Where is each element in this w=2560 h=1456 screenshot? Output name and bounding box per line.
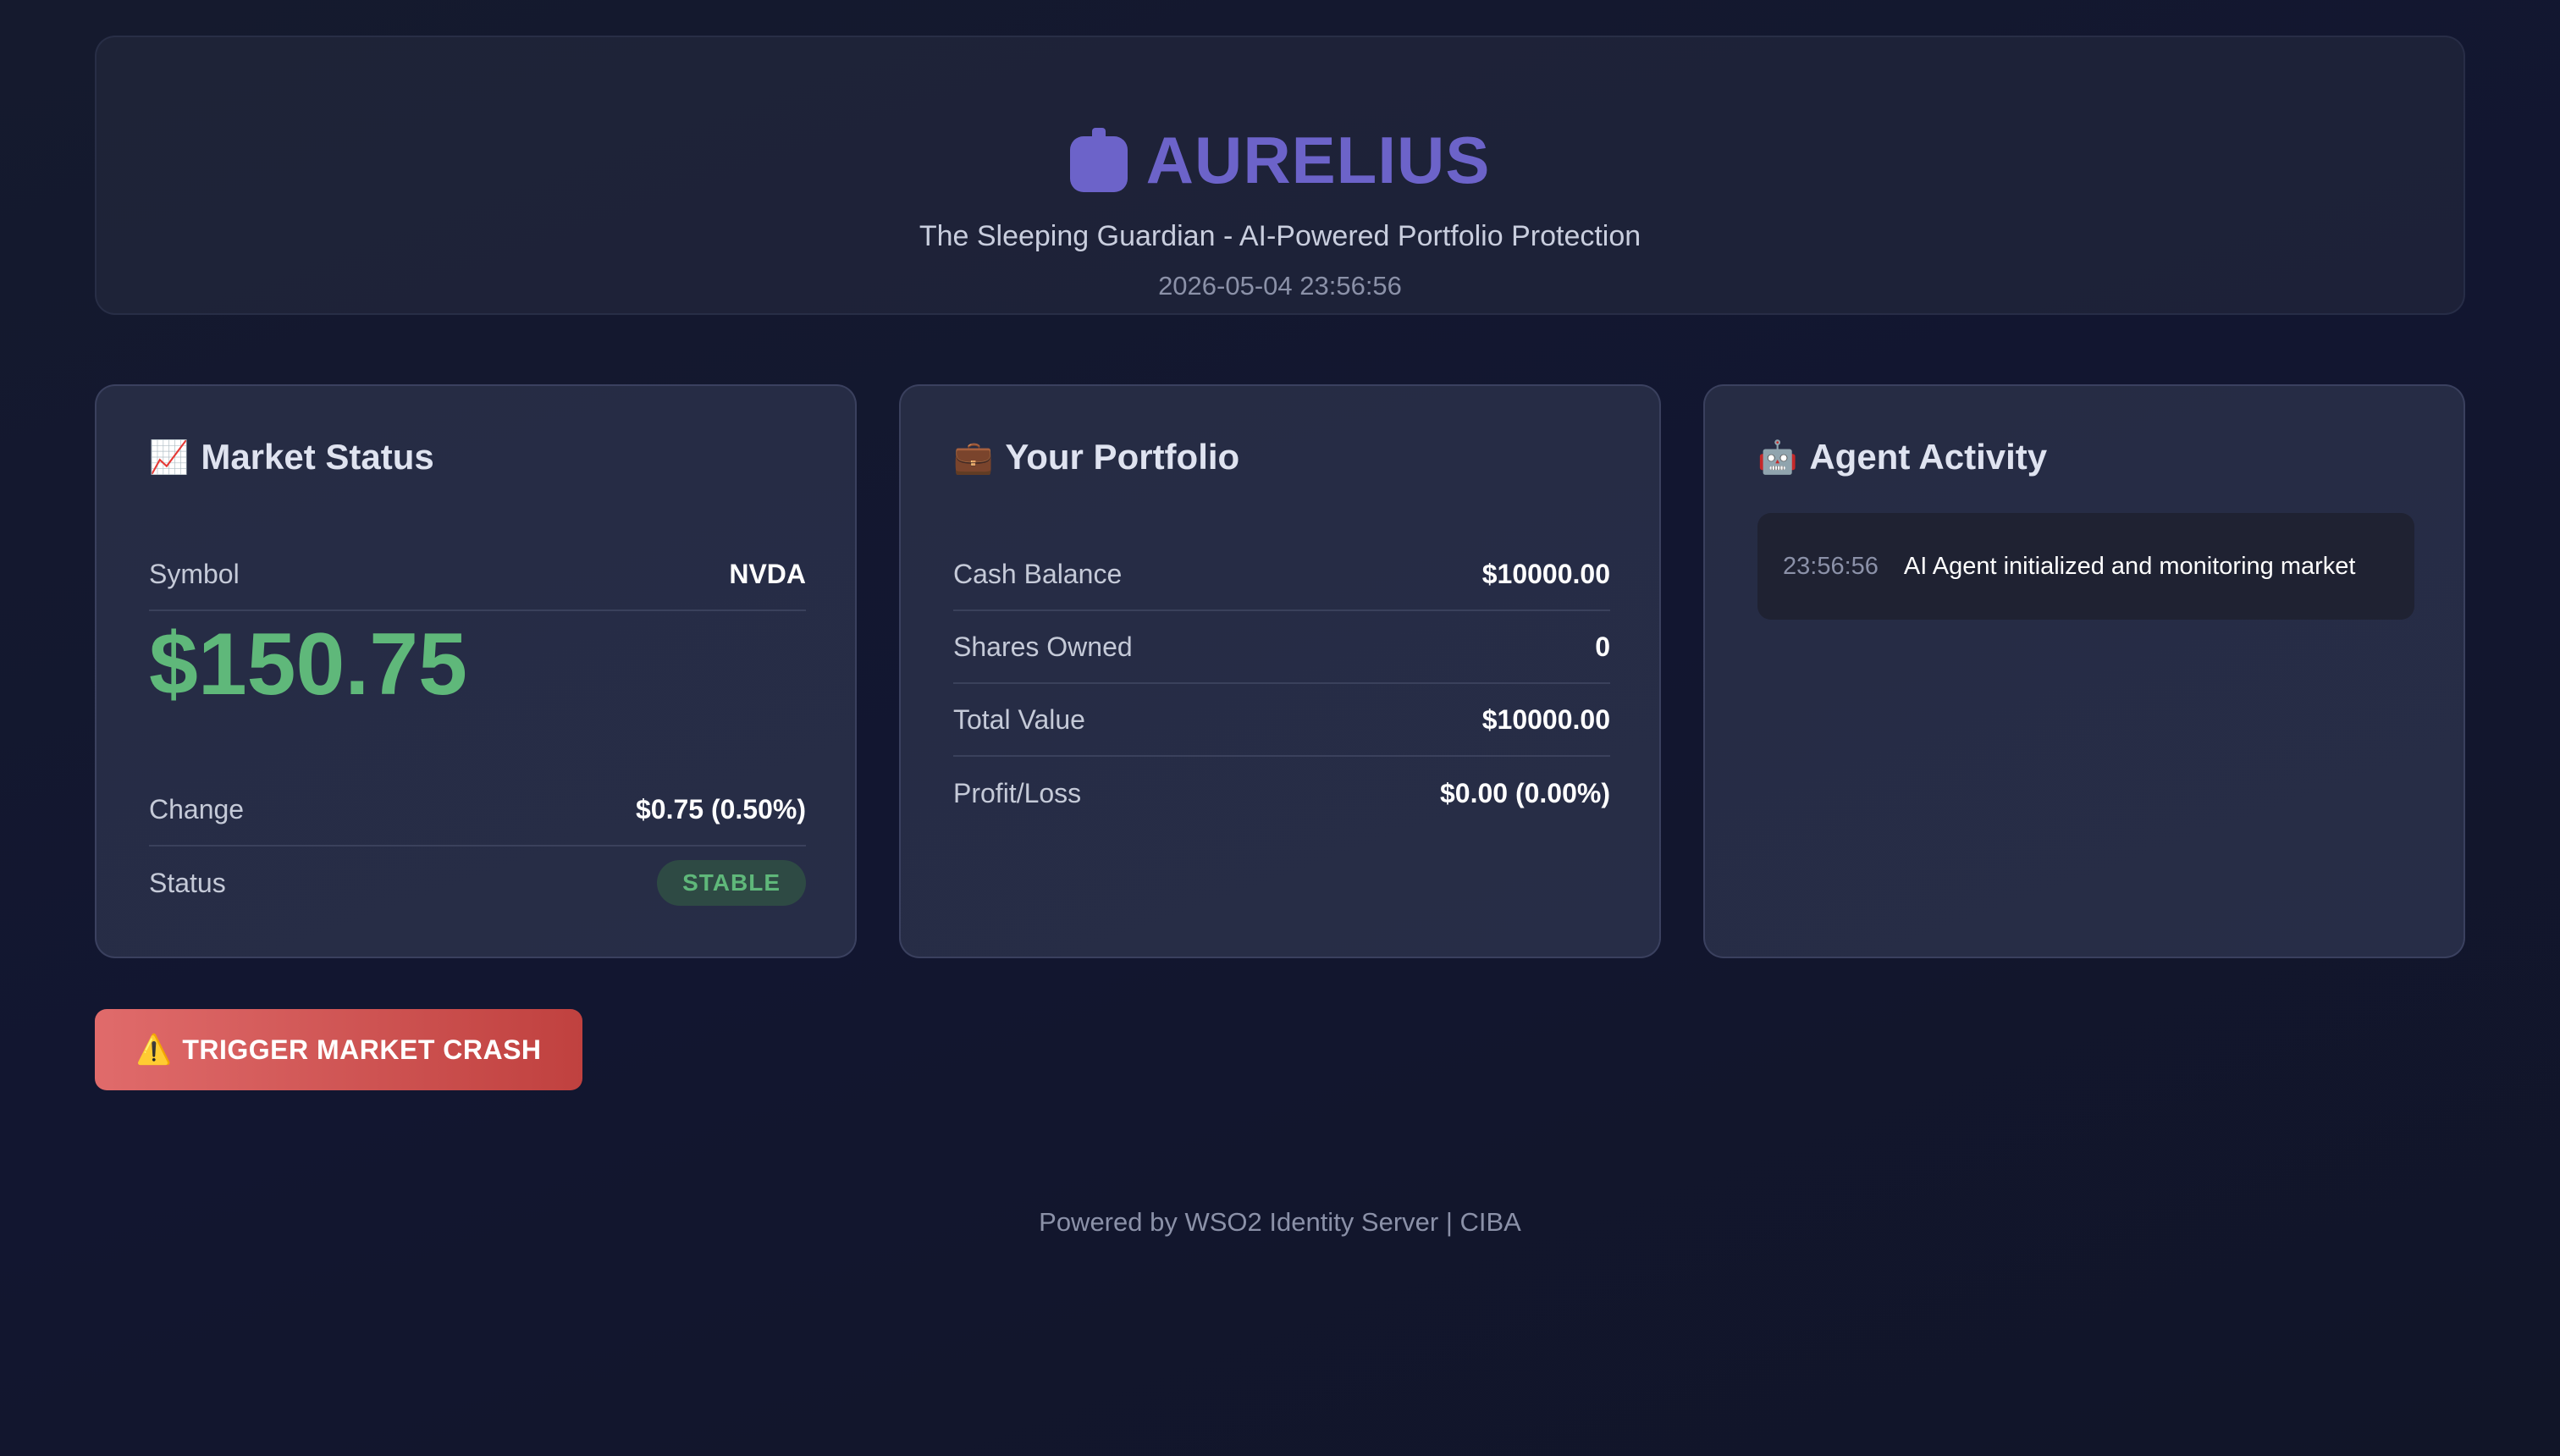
activity-time: 23:56:56 [1783,552,1879,580]
status-row: Status STABLE [149,847,806,919]
trigger-market-crash-button[interactable]: ⚠️ TRIGGER MARKET CRASH [95,1009,582,1090]
total-value-value: $10000.00 [1481,703,1610,735]
robot-icon [1069,127,1128,194]
total-value-row: Total Value $10000.00 [953,684,1610,757]
activity-log-entry: 23:56:56 AI Agent initialized and monito… [1757,513,2414,620]
dashboard-page: AURELIUS The Sleeping Guardian - AI-Powe… [0,0,2560,1456]
change-label: Change [149,793,245,825]
activity-message: AI Agent initialized and monitoring mark… [1903,552,2356,580]
status-badge: STABLE [657,860,806,906]
cash-balance-row: Cash Balance $10000.00 [953,538,1610,611]
total-value-label: Total Value [953,703,1085,735]
profit-loss-row: Profit/Loss $0.00 (0.00%) [953,757,1610,830]
footer-text: Powered by WSO2 Identity Server | CIBA [1039,1207,1521,1237]
market-status-title-text: Market Status [201,437,434,477]
current-price: $150.75 [149,615,467,714]
briefcase-icon: 💼 [953,438,994,476]
agent-activity-title-text: Agent Activity [1809,437,2048,477]
symbol-row: Symbol NVDA [149,538,806,611]
profit-loss-value: $0.00 (0.00%) [1439,777,1610,808]
warning-icon: ⚠️ [135,1033,173,1067]
robot-icon: 🤖 [1757,438,1798,476]
symbol-label: Symbol [149,558,240,589]
shares-owned-row: Shares Owned 0 [953,611,1610,684]
shares-owned-value: 0 [1595,631,1610,662]
shares-owned-label: Shares Owned [953,631,1133,662]
cash-balance-label: Cash Balance [953,558,1123,589]
app-subtitle: The Sleeping Guardian - AI-Powered Portf… [919,220,1641,252]
change-row: Change $0.75 (0.50%) [149,774,806,847]
market-status-card: 📈 Market Status Symbol NVDA $150.75 Chan… [95,384,857,958]
change-value: $0.75 (0.50%) [635,793,806,825]
agent-activity-card: 🤖 Agent Activity 23:56:56 AI Agent initi… [1703,384,2465,958]
profit-loss-label: Profit/Loss [953,777,1082,808]
header-panel: AURELIUS The Sleeping Guardian - AI-Powe… [95,36,2465,315]
chart-increasing-icon: 📈 [149,438,190,476]
cash-balance-value: $10000.00 [1481,558,1610,589]
current-timestamp: 2026-05-04 23:56:56 [1158,271,1402,301]
symbol-value: NVDA [729,558,806,589]
portfolio-title-text: Your Portfolio [1005,437,1240,477]
agent-activity-title: 🤖 Agent Activity [1757,437,2047,477]
market-status-title: 📈 Market Status [149,437,434,477]
portfolio-title: 💼 Your Portfolio [953,437,1239,477]
status-label: Status [149,867,226,898]
portfolio-card: 💼 Your Portfolio Cash Balance $10000.00 … [899,384,1661,958]
trigger-market-crash-label: TRIGGER MARKET CRASH [182,1034,542,1065]
brand: AURELIUS [97,122,2463,199]
app-title: AURELIUS [1145,123,1491,197]
